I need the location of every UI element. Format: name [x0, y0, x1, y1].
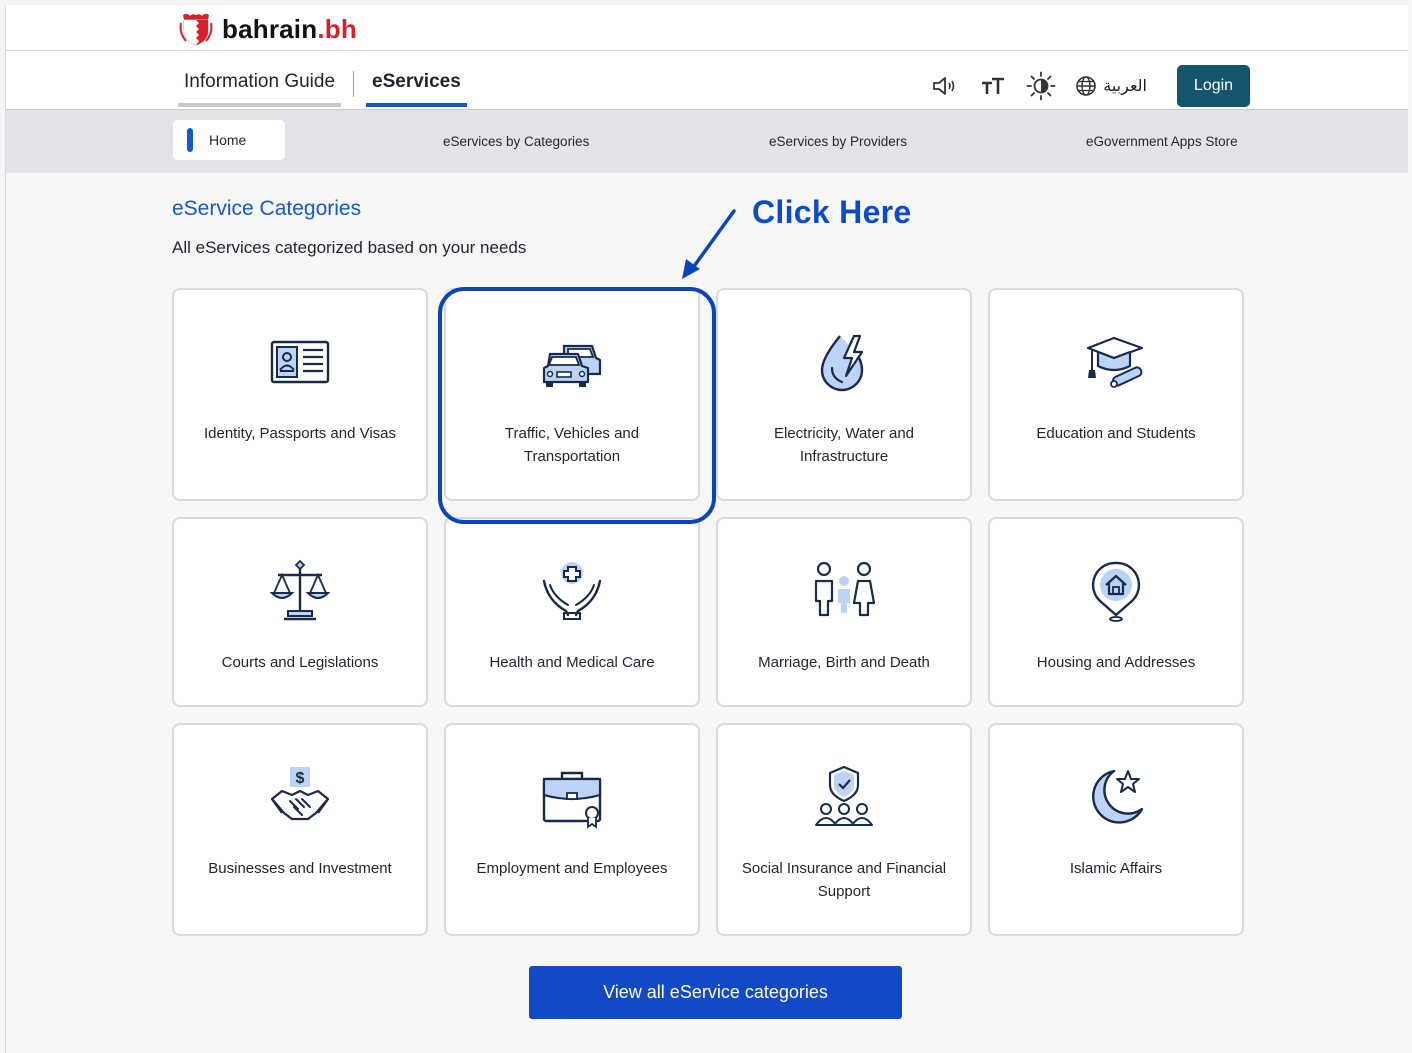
sub-navigation: Home eServices by Categories eServices b…	[6, 110, 1408, 173]
contrast-button[interactable]	[1017, 67, 1065, 105]
category-card-health[interactable]: Health and Medical Care	[444, 517, 700, 707]
header-tools: العربية Login	[921, 65, 1250, 107]
category-label: Employment and Employees	[476, 860, 668, 877]
language-switch[interactable]: العربية	[1075, 75, 1147, 97]
login-button[interactable]: Login	[1177, 65, 1250, 107]
family-icon	[814, 561, 876, 617]
category-card-islamic-affairs[interactable]: Islamic Affairs	[988, 723, 1244, 936]
shield-people-icon	[815, 765, 873, 826]
site-logo[interactable]: bahrain.bh	[178, 11, 357, 47]
crescent-star-icon	[1092, 769, 1144, 824]
language-label: العربية	[1103, 78, 1147, 95]
id-card-icon	[270, 340, 330, 384]
category-card-social-insurance[interactable]: Social Insurance and Financial Support	[716, 723, 972, 936]
category-label: Identity, Passports and Visas	[203, 425, 397, 442]
brightness-icon	[1026, 71, 1056, 101]
category-label: Marriage, Birth and Death	[758, 654, 930, 671]
category-card-employment[interactable]: Employment and Employees	[444, 723, 700, 936]
click-here-annotation: Click Here	[752, 194, 912, 230]
category-card-housing[interactable]: Housing and Addresses	[988, 517, 1244, 707]
subnav-eservices-by-providers[interactable]: eServices by Providers	[769, 134, 907, 149]
category-card-identity[interactable]: Identity, Passports and Visas	[172, 288, 428, 501]
tab-eservices[interactable]: eServices	[366, 65, 467, 107]
category-label: Health and Medical Care	[489, 654, 655, 671]
house-pin-icon	[1091, 561, 1141, 622]
category-card-electricity[interactable]: Electricity, Water and Infrastructure	[716, 288, 972, 501]
subnav-egovernment-apps-store[interactable]: eGovernment Apps Store	[1086, 134, 1238, 149]
water-electricity-icon	[820, 334, 864, 392]
speaker-icon	[933, 77, 955, 95]
category-card-education[interactable]: Education and Students	[988, 288, 1244, 501]
brand-row: bahrain.bh	[6, 5, 1408, 51]
globe-icon	[1076, 76, 1097, 96]
text-size-icon	[982, 77, 1005, 94]
browser-frame: bahrain.bh Information Guide eServices ا…	[5, 5, 1408, 1053]
category-label: Businesses and Investment	[208, 860, 392, 877]
category-label: Traffic, Vehicles and Transportation	[504, 425, 640, 465]
tab-divider	[353, 71, 355, 97]
category-label: Education and Students	[1036, 425, 1196, 442]
briefcase-icon	[542, 771, 602, 829]
section-title: eService Categories	[172, 197, 362, 220]
subnav-eservices-by-categories[interactable]: eServices by Categories	[443, 134, 589, 149]
subnav-home-label: Home	[209, 132, 247, 148]
medical-hands-icon	[542, 562, 602, 620]
tab-information-guide[interactable]: Information Guide	[178, 65, 342, 107]
cars-icon	[542, 344, 602, 387]
speaker-button[interactable]	[921, 67, 969, 105]
main-nav: Information Guide eServices	[178, 65, 467, 107]
category-card-marriage[interactable]: Marriage, Birth and Death	[716, 517, 972, 707]
annotation-arrow-icon	[682, 209, 736, 279]
scales-icon	[269, 559, 331, 621]
site-logo-text: bahrain.bh	[222, 13, 357, 44]
handshake-dollar-icon: $	[270, 767, 330, 821]
view-all-categories-button[interactable]: View all eService categories	[529, 966, 902, 1019]
category-card-traffic[interactable]: Traffic, Vehicles and Transportation	[444, 288, 700, 501]
subnav-home[interactable]: Home	[173, 120, 285, 160]
category-label: Social Insurance and Financial Support	[741, 860, 947, 900]
site-header: bahrain.bh Information Guide eServices ا…	[6, 5, 1408, 110]
category-label: Housing and Addresses	[1036, 654, 1196, 671]
svg-text:$: $	[296, 770, 305, 787]
active-indicator	[187, 128, 193, 152]
category-label: Courts and Legislations	[221, 654, 379, 671]
bahrain-emblem-icon	[179, 13, 213, 46]
category-card-courts[interactable]: Courts and Legislations	[172, 517, 428, 707]
category-label: Islamic Affairs	[1069, 860, 1163, 877]
graduation-cap-icon	[1086, 336, 1144, 388]
section-subtitle: All eServices categorized based on your …	[172, 238, 527, 257]
category-card-businesses[interactable]: $ Businesses and Investment	[172, 723, 428, 936]
category-label: Electricity, Water and Infrastructure	[773, 425, 915, 465]
text-size-button[interactable]	[969, 67, 1017, 105]
